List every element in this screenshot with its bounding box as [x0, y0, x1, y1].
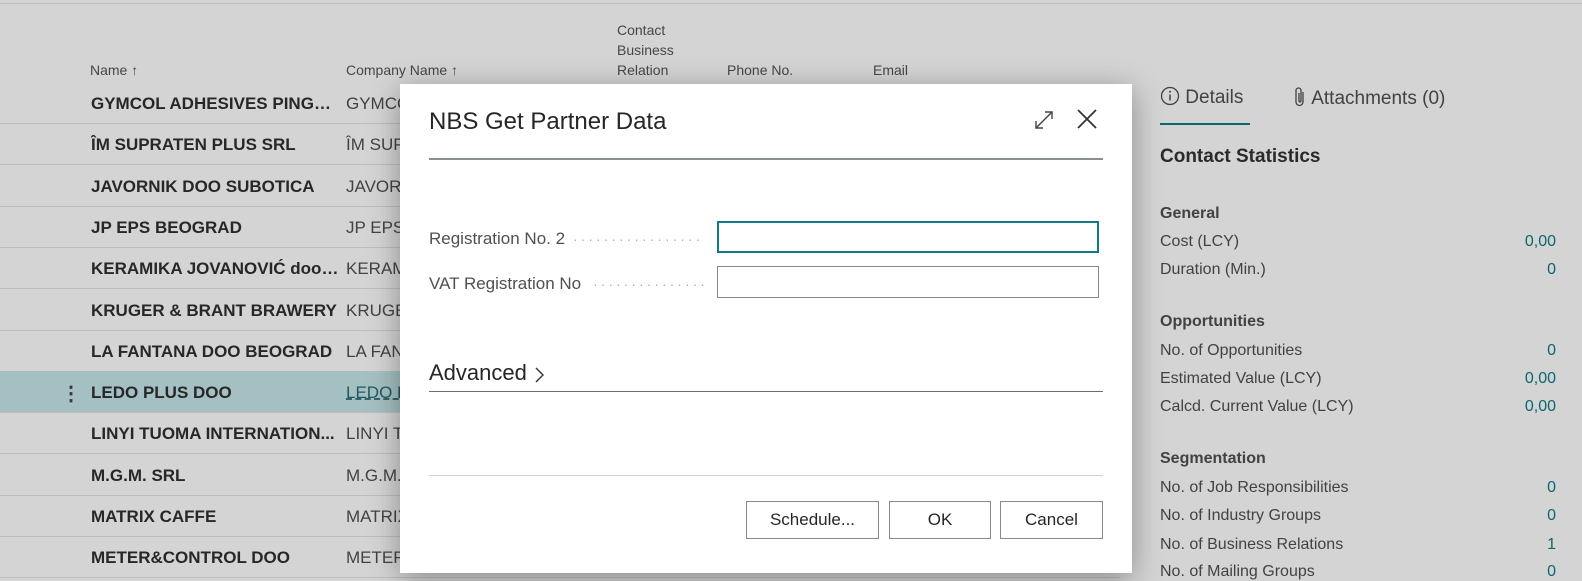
- registration-no-2-label: Registration No. 2: [429, 229, 566, 248]
- schedule-button[interactable]: Schedule...: [746, 501, 879, 539]
- field-leader-dots: ···················: [573, 231, 705, 247]
- registration-no-2-input[interactable]: [717, 221, 1099, 253]
- chevron-right-icon[interactable]: [534, 365, 546, 385]
- dialog-title: NBS Get Partner Data: [429, 108, 667, 135]
- vat-registration-no-input[interactable]: [717, 266, 1099, 298]
- ok-button[interactable]: OK: [889, 501, 991, 539]
- field-leader-dots: ················: [593, 276, 705, 292]
- close-icon[interactable]: [1075, 107, 1099, 131]
- cancel-button[interactable]: Cancel: [1000, 501, 1103, 539]
- title-divider: [429, 158, 1103, 160]
- vat-registration-no-label: VAT Registration No: [429, 274, 582, 293]
- advanced-section-toggle[interactable]: Advanced: [429, 360, 527, 386]
- nbs-get-partner-data-dialog: NBS Get Partner Data Registration No. 2 …: [400, 84, 1132, 573]
- expand-icon[interactable]: [1033, 109, 1055, 131]
- footer-divider: [429, 475, 1103, 476]
- advanced-divider: [429, 391, 1103, 392]
